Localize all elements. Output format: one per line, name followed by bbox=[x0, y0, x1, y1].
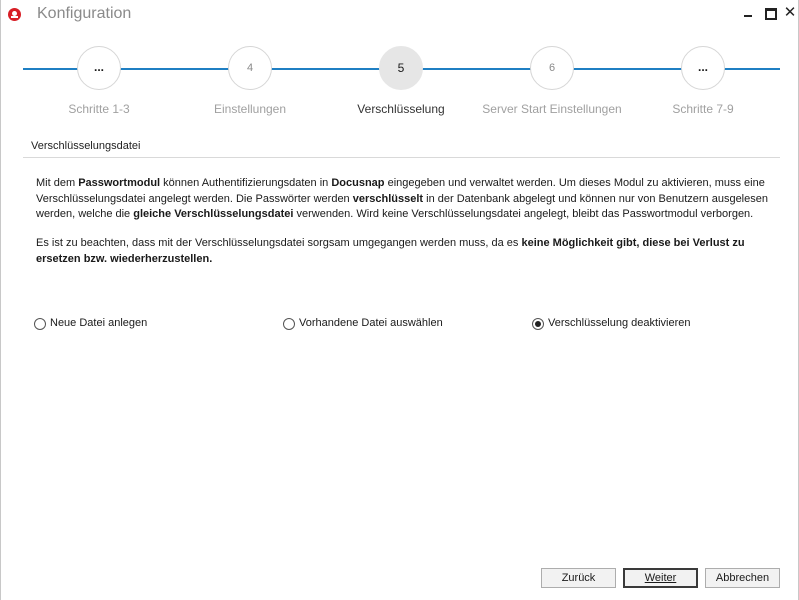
section-title: Verschlüsselungsdatei bbox=[23, 136, 780, 158]
radio-existing-file[interactable] bbox=[283, 318, 295, 330]
step-circle-1-3: ... bbox=[77, 46, 121, 90]
back-button[interactable]: Zurück bbox=[541, 568, 616, 588]
option-label[interactable]: Vorhandene Datei auswählen bbox=[299, 317, 443, 329]
bold-text: gleiche Verschlüsselungsdatei bbox=[133, 208, 294, 220]
next-button-label: Weiter bbox=[644, 572, 677, 584]
window-title: Konfiguration bbox=[37, 5, 132, 22]
step-circle-5: 5 bbox=[379, 46, 423, 90]
step-label-6: Server Start Einstellungen bbox=[482, 102, 622, 116]
step-label-7-9: Schritte 7-9 bbox=[672, 102, 734, 116]
text-fragment: können Authentifizierungsdaten in bbox=[160, 177, 332, 189]
bold-text: Passwortmodul bbox=[78, 177, 161, 189]
step-label-5: Verschlüsselung bbox=[357, 102, 445, 116]
warning-paragraph: Es ist zu beachten, dass mit der Verschl… bbox=[36, 236, 776, 267]
cancel-button[interactable]: Abbrechen bbox=[705, 568, 780, 588]
step-circle-4: 4 bbox=[228, 46, 272, 90]
step-label-1-3: Schritte 1-3 bbox=[68, 102, 130, 116]
maximize-button[interactable] bbox=[763, 6, 777, 20]
title-bar: Konfiguration ✕ bbox=[1, 0, 799, 30]
step-circle-7-9: ... bbox=[681, 46, 725, 90]
description-paragraph: Mit dem Passwortmodul können Authentifiz… bbox=[36, 176, 776, 223]
bold-text: verschlüsselt bbox=[352, 192, 424, 205]
text-fragment: verwenden. Wird keine Verschlüsselungsda… bbox=[293, 208, 754, 220]
configuration-window: Konfiguration ✕ ... 4 5 6 ... Schritte 1… bbox=[0, 0, 799, 600]
step-circle-6: 6 bbox=[530, 46, 574, 90]
next-button[interactable]: Weiter bbox=[623, 568, 698, 588]
bold-text: Docusnap bbox=[331, 177, 385, 189]
minimize-button[interactable] bbox=[741, 6, 755, 20]
app-logo-icon bbox=[8, 8, 21, 21]
step-label-4: Einstellungen bbox=[213, 102, 287, 116]
radio-new-file[interactable] bbox=[34, 318, 46, 330]
wizard-stepper: ... 4 5 6 ... Schritte 1-3 Einstellungen… bbox=[1, 38, 799, 128]
text-fragment: Mit dem bbox=[36, 177, 79, 189]
text-fragment: Es ist zu beachten, dass mit der Verschl… bbox=[36, 237, 522, 249]
option-label[interactable]: Neue Datei anlegen bbox=[50, 317, 147, 329]
option-label[interactable]: Verschlüsselung deaktivieren bbox=[548, 317, 690, 329]
radio-disable-encryption[interactable] bbox=[532, 318, 544, 330]
close-button[interactable]: ✕ bbox=[783, 5, 797, 20]
